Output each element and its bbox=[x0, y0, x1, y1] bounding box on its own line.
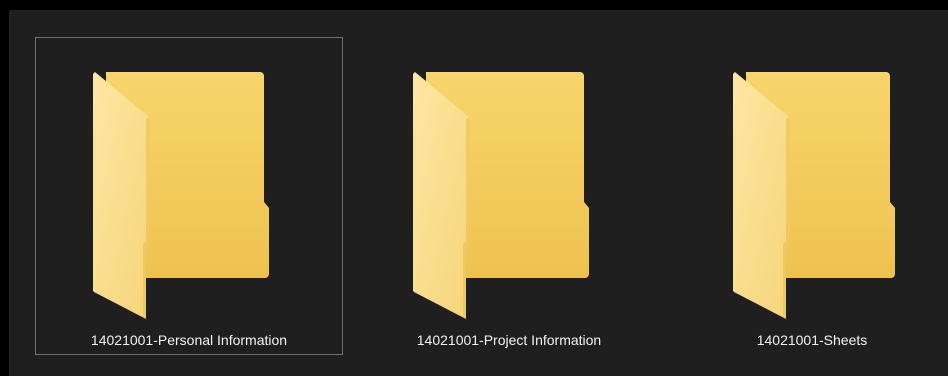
folder-item-personal-information[interactable]: 14021001-Personal Information bbox=[35, 37, 343, 355]
folder-icon bbox=[732, 72, 895, 319]
folder-item-sheets[interactable]: 14021001-Sheets bbox=[675, 37, 947, 355]
folder-icon bbox=[412, 72, 589, 319]
window-viewport: 14021001-Personal Information 14021001-P… bbox=[0, 0, 948, 376]
folder-label: 14021001-Personal Information bbox=[90, 332, 288, 348]
folder-label: 14021001-Project Information bbox=[416, 332, 602, 348]
file-list-pane[interactable]: 14021001-Personal Information 14021001-P… bbox=[9, 10, 948, 376]
folder-item-project-information[interactable]: 14021001-Project Information bbox=[355, 37, 663, 355]
folder-label: 14021001-Sheets bbox=[756, 332, 868, 348]
folder-icon bbox=[92, 72, 269, 319]
